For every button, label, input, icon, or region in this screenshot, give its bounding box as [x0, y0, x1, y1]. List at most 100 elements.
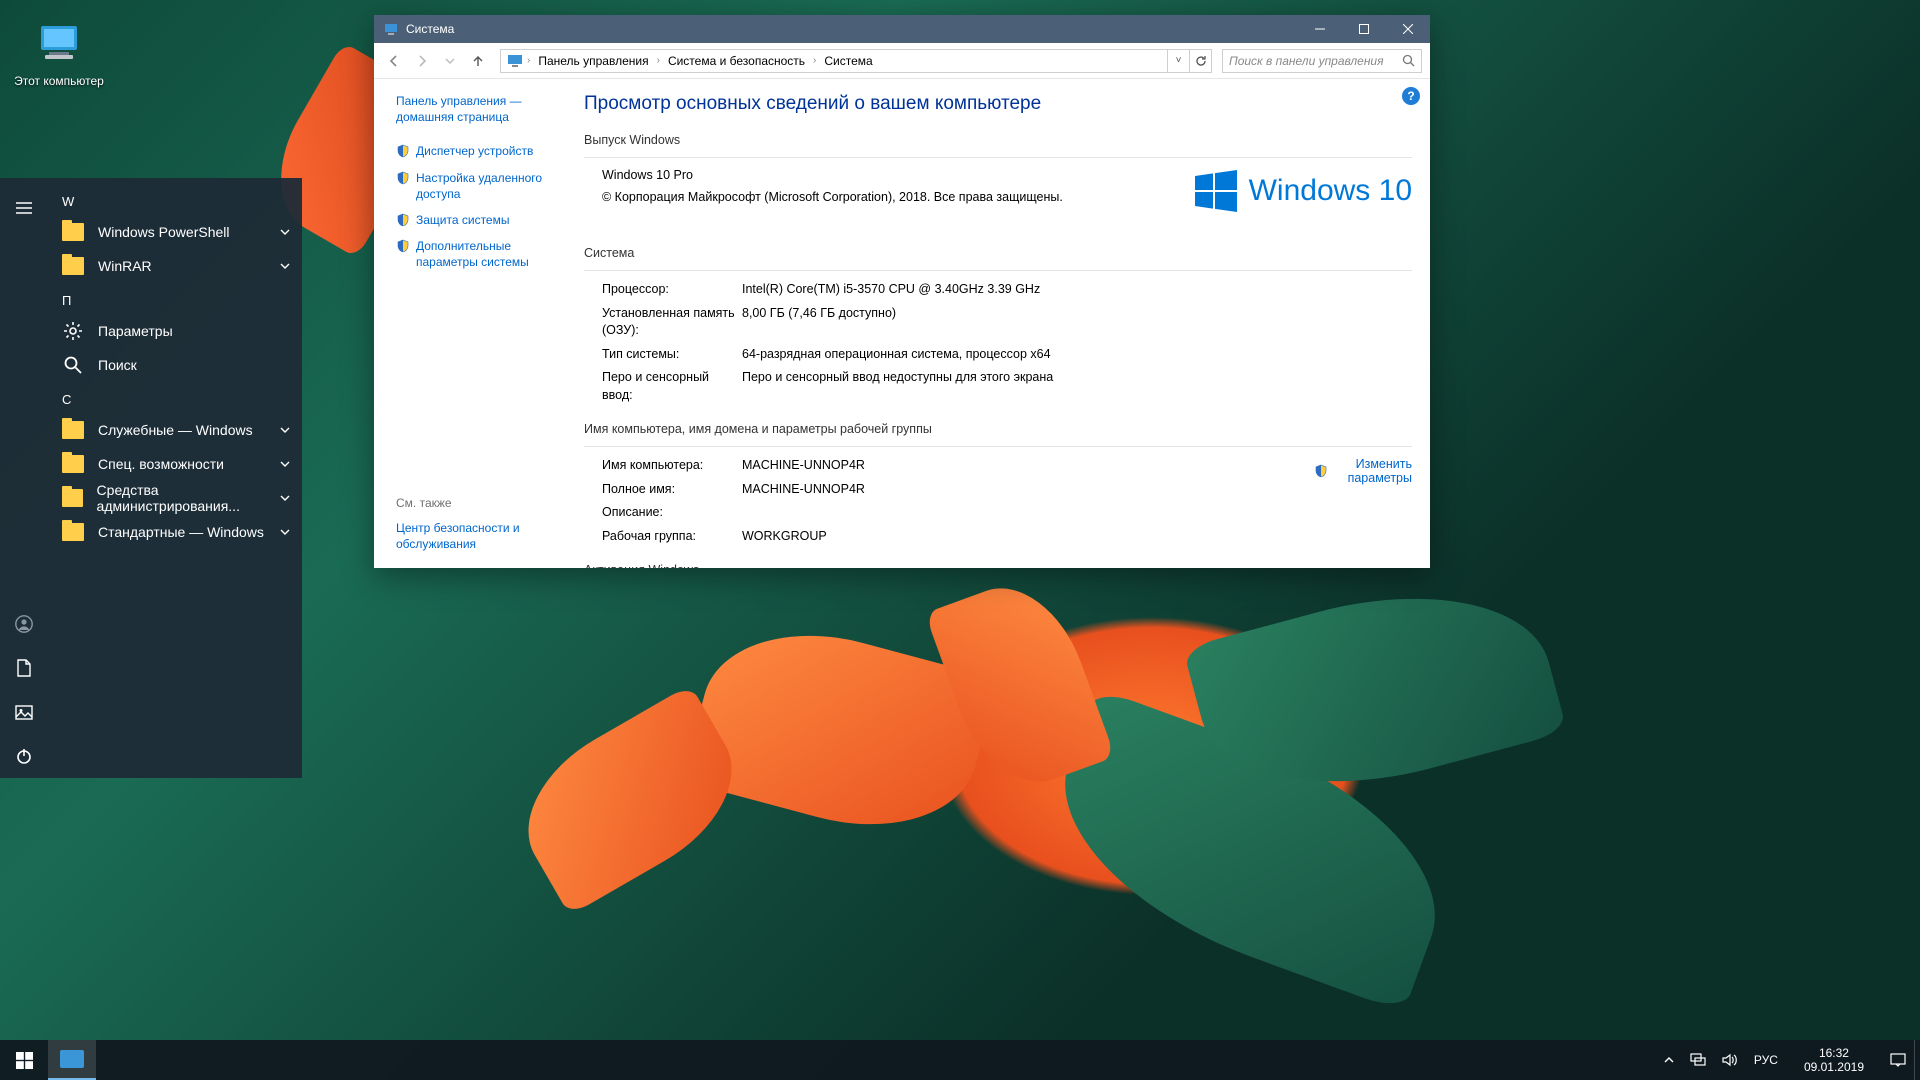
- section-heading: Выпуск Windows: [584, 133, 1412, 147]
- windows-logo: Windows 10: [1193, 168, 1412, 214]
- nav-forward-button[interactable]: [410, 49, 434, 73]
- start-item-label: Windows PowerShell: [98, 224, 230, 240]
- info-value: 64-разрядная операционная система, проце…: [742, 346, 1412, 364]
- start-item-label: Стандартные — Windows: [98, 524, 264, 540]
- start-item-standard[interactable]: Стандартные — Windows: [48, 515, 302, 549]
- start-item-winrar[interactable]: WinRAR: [48, 249, 302, 283]
- breadcrumb-item[interactable]: Панель управления: [530, 50, 656, 72]
- desktop-icon-label: Этот компьютер: [14, 74, 104, 88]
- start-item-label: Спец. возможности: [98, 456, 224, 472]
- content-pane: Просмотр основных сведений о вашем компь…: [574, 79, 1430, 568]
- info-value: MACHINE-UNNOP4R: [742, 457, 1412, 475]
- search-icon: [1402, 54, 1415, 67]
- start-item-search[interactable]: Поиск: [48, 348, 302, 382]
- nav-up-button[interactable]: [466, 49, 490, 73]
- start-user-button[interactable]: [0, 602, 48, 646]
- start-documents-button[interactable]: [0, 646, 48, 690]
- shield-icon: [1314, 464, 1328, 478]
- start-item-accessories[interactable]: Служебные — Windows: [48, 413, 302, 447]
- tray-notifications-button[interactable]: [1882, 1040, 1914, 1080]
- address-bar[interactable]: › Панель управления› Система и безопасно…: [500, 49, 1212, 73]
- nav-back-button[interactable]: [382, 49, 406, 73]
- info-key: Процессор:: [602, 281, 742, 299]
- sidebar-system-protection[interactable]: Защита системы: [396, 212, 564, 228]
- arrow-up-icon: [471, 54, 485, 68]
- divider: [584, 270, 1412, 271]
- start-item-powershell[interactable]: Windows PowerShell: [48, 215, 302, 249]
- info-value: 8,00 ГБ (7,46 ГБ доступно): [742, 305, 1412, 340]
- change-settings-link[interactable]: Изменить параметры: [1314, 457, 1412, 485]
- help-button[interactable]: ?: [1402, 87, 1420, 105]
- search-box[interactable]: [1222, 49, 1422, 73]
- start-item-ease[interactable]: Спец. возможности: [48, 447, 302, 481]
- start-item-settings[interactable]: Параметры: [48, 314, 302, 348]
- start-pictures-button[interactable]: [0, 690, 48, 734]
- system-icon: [384, 22, 398, 36]
- tray-clock[interactable]: 16:3209.01.2019: [1786, 1040, 1882, 1080]
- start-letter-header[interactable]: W: [48, 184, 302, 215]
- start-letter-header[interactable]: С: [48, 382, 302, 413]
- start-button[interactable]: [0, 1040, 48, 1080]
- page-title: Просмотр основных сведений о вашем компь…: [584, 93, 1412, 115]
- volume-icon: [1722, 1053, 1738, 1067]
- address-history-button[interactable]: ˅: [1167, 50, 1189, 72]
- maximize-icon: [1359, 24, 1369, 34]
- start-item-label: WinRAR: [98, 258, 152, 274]
- start-item-label: Параметры: [98, 323, 173, 339]
- sidebar-device-manager[interactable]: Диспетчер устройств: [396, 143, 564, 159]
- arrow-right-icon: [415, 54, 429, 68]
- sidebar-advanced-settings[interactable]: Дополнительные параметры системы: [396, 238, 564, 270]
- info-value: MACHINE-UNNOP4R: [742, 481, 1412, 499]
- info-key: Имя компьютера:: [602, 457, 742, 475]
- desktop-icon-this-pc[interactable]: Этот компьютер: [14, 20, 104, 88]
- start-item-label: Поиск: [98, 357, 137, 373]
- chevron-down-icon: [280, 227, 290, 237]
- chevron-down-icon: [280, 459, 290, 469]
- nav-recent-button[interactable]: [438, 49, 462, 73]
- sidebar-home-link[interactable]: Панель управления — домашняя страница: [396, 93, 564, 125]
- breadcrumb-item[interactable]: Система: [816, 50, 880, 72]
- close-button[interactable]: [1386, 15, 1430, 43]
- clock-date: 09.01.2019: [1804, 1060, 1864, 1074]
- breadcrumb-item[interactable]: Система и безопасность: [660, 50, 813, 72]
- start-expand-button[interactable]: [0, 186, 48, 230]
- titlebar[interactable]: Система: [374, 15, 1430, 43]
- start-item-admintools[interactable]: Средства администрирования...: [48, 481, 302, 515]
- shield-icon: [396, 171, 410, 185]
- network-icon: [1690, 1053, 1706, 1067]
- close-icon: [1403, 24, 1413, 34]
- windows-logo-text: Windows 10: [1249, 174, 1412, 208]
- divider: [584, 157, 1412, 158]
- document-icon: [16, 659, 32, 677]
- start-power-button[interactable]: [0, 734, 48, 778]
- start-menu: W Windows PowerShell WinRAR П Параметры …: [0, 178, 302, 778]
- tray-network-button[interactable]: [1682, 1040, 1714, 1080]
- shield-icon: [396, 213, 410, 227]
- sidebar-remote-settings[interactable]: Настройка удаленного доступа: [396, 170, 564, 202]
- see-also-link[interactable]: Центр безопасности и обслуживания: [396, 520, 566, 552]
- language-label: РУС: [1754, 1053, 1778, 1067]
- maximize-button[interactable]: [1342, 15, 1386, 43]
- chevron-down-icon: [280, 527, 290, 537]
- minimize-icon: [1315, 24, 1325, 34]
- tray-volume-button[interactable]: [1714, 1040, 1746, 1080]
- folder-icon: [62, 421, 84, 439]
- tray-overflow-button[interactable]: [1656, 1040, 1682, 1080]
- minimize-button[interactable]: [1298, 15, 1342, 43]
- divider: [584, 446, 1412, 447]
- taskbar-app-system[interactable]: [48, 1040, 96, 1080]
- info-value: Intel(R) Core(TM) i5-3570 CPU @ 3.40GHz …: [742, 281, 1412, 299]
- start-letter-header[interactable]: П: [48, 283, 302, 314]
- info-value: WORKGROUP: [742, 528, 1412, 546]
- app-thumbnail-icon: [60, 1050, 84, 1068]
- show-desktop-button[interactable]: [1914, 1040, 1920, 1080]
- folder-icon: [62, 223, 84, 241]
- search-input[interactable]: [1229, 54, 1402, 68]
- tray-language-button[interactable]: РУС: [1746, 1040, 1786, 1080]
- address-refresh-button[interactable]: [1189, 50, 1211, 72]
- folder-icon: [62, 523, 84, 541]
- arrow-left-icon: [387, 54, 401, 68]
- chevron-down-icon: [280, 425, 290, 435]
- chevron-down-icon: [445, 56, 455, 66]
- system-tray: РУС 16:3209.01.2019: [1656, 1040, 1920, 1080]
